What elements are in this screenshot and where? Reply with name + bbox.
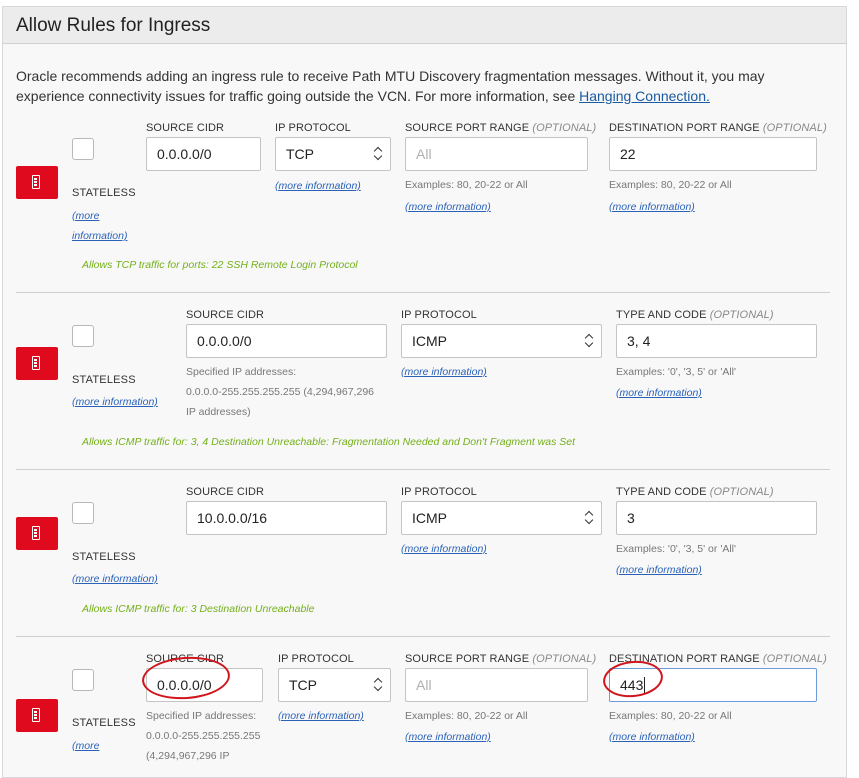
type-and-code-more-info-link[interactable]: (more information) [616, 560, 702, 580]
ip-protocol-select[interactable]: TCP [275, 137, 391, 171]
stateless-more-info-link[interactable]: (more information) [72, 392, 158, 412]
source-cidr-input[interactable]: 0.0.0.0/0 [186, 324, 387, 358]
stateless-label: STATELESS [72, 717, 136, 729]
trash-icon [32, 526, 40, 540]
stateless-checkbox[interactable] [72, 502, 94, 524]
destination-port-examples: Examples: 80, 20-22 or All [609, 179, 732, 191]
select-arrows-icon [585, 512, 593, 524]
ip-protocol-more-info-link[interactable]: (more information) [401, 362, 487, 382]
ip-protocol-select[interactable]: ICMP [401, 501, 602, 535]
delete-rule-button[interactable] [16, 166, 58, 199]
type-and-code-examples: Examples: '0', '3, 5' or 'All' [616, 543, 736, 555]
hanging-connection-link[interactable]: Hanging Connection. [579, 88, 710, 104]
delete-rule-button[interactable] [16, 347, 58, 380]
specified-ip-hint: Specified IP addresses: 0.0.0.0-255.255.2… [146, 710, 261, 762]
ip-protocol-more-info-link[interactable]: (more information) [278, 706, 364, 726]
source-port-more-info-link[interactable]: (more information) [405, 197, 491, 217]
select-arrows-icon [585, 335, 593, 347]
stateless-checkbox[interactable] [72, 138, 94, 160]
select-arrows-icon [374, 148, 382, 160]
ip-protocol-more-info-link[interactable]: (more information) [275, 176, 361, 196]
source-port-examples: Examples: 80, 20-22 or All [405, 179, 528, 191]
ip-protocol-label: IP PROTOCOL [401, 309, 477, 321]
destination-port-examples: Examples: 80, 20-22 or All [609, 710, 732, 722]
stateless-label: STATELESS [72, 551, 136, 563]
type-and-code-label: TYPE AND CODE (OPTIONAL) [616, 486, 774, 498]
source-port-range-input[interactable]: All [405, 137, 588, 171]
panel-title: Allow Rules for Ingress [16, 15, 211, 36]
source-cidr-input[interactable]: 10.0.0.0/16 [186, 501, 387, 535]
source-cidr-label: SOURCE CIDR [186, 309, 265, 321]
source-cidr-input[interactable]: 0.0.0.0/0 [146, 137, 261, 171]
source-port-range-input[interactable]: All [405, 668, 588, 702]
rule-divider [16, 292, 830, 293]
trash-icon [32, 175, 40, 189]
stateless-label: STATELESS [72, 374, 136, 386]
select-arrows-icon [374, 679, 382, 691]
delete-rule-button[interactable] [16, 517, 58, 550]
stateless-label: STATELESS [72, 187, 136, 199]
source-port-range-label: SOURCE PORT RANGE (OPTIONAL) [405, 122, 597, 134]
type-and-code-input[interactable]: 3 [616, 501, 817, 535]
rule-description: Allows ICMP traffic for: 3, 4 Destinatio… [82, 436, 576, 448]
rule-divider [16, 469, 830, 470]
specified-ip-hint: Specified IP addresses: 0.0.0.0-255.255.2… [186, 366, 374, 418]
source-port-more-info-link[interactable]: (more information) [405, 727, 491, 747]
destination-port-more-info-link[interactable]: (more information) [609, 727, 695, 747]
delete-rule-button[interactable] [16, 699, 58, 732]
type-and-code-input[interactable]: 3, 4 [616, 324, 817, 358]
stateless-more-info-link[interactable]: (more information) [72, 206, 127, 246]
intro-text: Oracle recommends adding an ingress rule… [16, 68, 765, 104]
trash-icon [32, 708, 40, 722]
ip-protocol-label: IP PROTOCOL [275, 122, 351, 134]
rule-divider [16, 636, 830, 637]
type-and-code-more-info-link[interactable]: (more information) [616, 383, 702, 403]
type-and-code-label: TYPE AND CODE (OPTIONAL) [616, 309, 774, 321]
source-port-examples: Examples: 80, 20-22 or All [405, 710, 528, 722]
destination-port-range-label: DESTINATION PORT RANGE (OPTIONAL) [609, 122, 827, 134]
stateless-checkbox[interactable] [72, 669, 94, 691]
ip-protocol-label: IP PROTOCOL [278, 653, 354, 665]
source-cidr-label: SOURCE CIDR [186, 486, 265, 498]
ip-protocol-select[interactable]: ICMP [401, 324, 602, 358]
destination-port-range-input[interactable]: 22 [609, 137, 817, 171]
type-and-code-examples: Examples: '0', '3, 5' or 'All' [616, 366, 736, 378]
ip-protocol-label: IP PROTOCOL [401, 486, 477, 498]
stateless-more-info-link[interactable]: (more [72, 736, 99, 756]
destination-port-more-info-link[interactable]: (more information) [609, 197, 695, 217]
rule-description: Allows TCP traffic for ports: 22 SSH Rem… [82, 259, 358, 271]
ip-protocol-select[interactable]: TCP [278, 668, 391, 702]
source-cidr-label: SOURCE CIDR [146, 122, 225, 134]
rule-description: Allows ICMP traffic for: 3 Destination U… [82, 603, 315, 615]
ip-protocol-more-info-link[interactable]: (more information) [401, 539, 487, 559]
trash-icon [32, 356, 40, 370]
stateless-more-info-link[interactable]: (more information) [72, 569, 158, 589]
stateless-checkbox[interactable] [72, 325, 94, 347]
source-port-range-label: SOURCE PORT RANGE (OPTIONAL) [405, 653, 597, 665]
panel-header: Allow Rules for Ingress [3, 7, 846, 44]
